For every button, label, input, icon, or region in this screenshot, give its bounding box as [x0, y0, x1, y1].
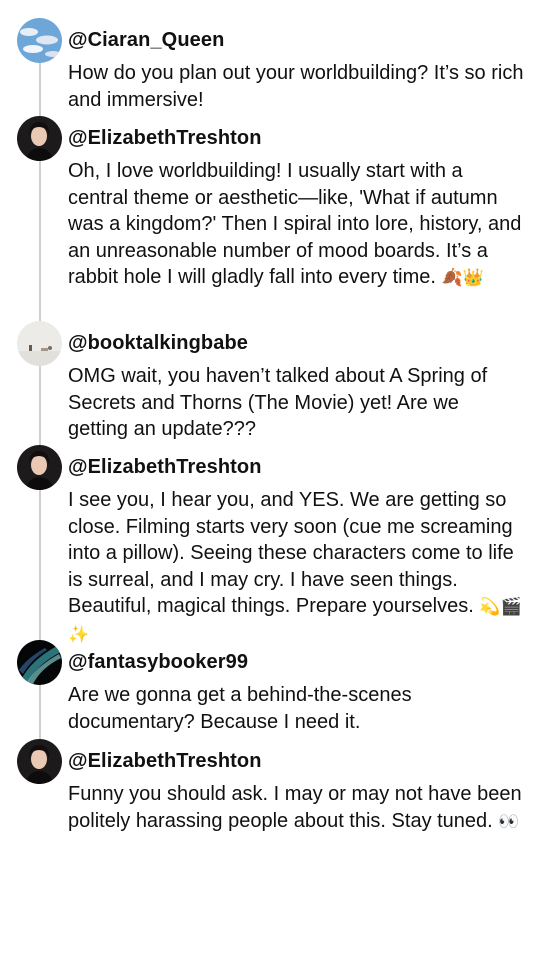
eyes-emoji: 👀	[498, 811, 520, 832]
post-body: Oh, I love worldbuilding! I usually star…	[68, 160, 522, 288]
author-portrait-avatar[interactable]	[17, 739, 62, 784]
post-body: Are we gonna get a behind-the-scenes doc…	[68, 684, 412, 733]
room-shelf-avatar[interactable]	[17, 321, 62, 366]
post-author-handle[interactable]: @fantasybooker99	[68, 650, 248, 674]
author-portrait-avatar[interactable]	[17, 445, 62, 490]
post-body: How do you plan out your worldbuilding? …	[68, 62, 524, 111]
comment-thread: @Ciaran_Queen How do you plan out your w…	[0, 0, 540, 960]
sky-clouds-avatar[interactable]	[17, 18, 62, 63]
post-author-handle[interactable]: @ElizabethTreshton	[68, 749, 262, 773]
post-author-handle[interactable]: @ElizabethTreshton	[68, 455, 262, 479]
post-body: OMG wait, you haven’t talked about A Spr…	[68, 365, 488, 440]
post-author-handle[interactable]: @ElizabethTreshton	[68, 126, 262, 150]
post-author-handle[interactable]: @booktalkingbabe	[68, 331, 248, 355]
post-body: Funny you should ask. I may or may not h…	[68, 783, 522, 832]
leaf-crown-emoji: 🍂👑	[441, 268, 484, 288]
aurora-avatar[interactable]	[17, 640, 62, 685]
post-body: I see you, I hear you, and YES. We are g…	[68, 489, 522, 645]
post-author-handle[interactable]: @Ciaran_Queen	[68, 28, 224, 52]
author-portrait-avatar[interactable]	[17, 116, 62, 161]
